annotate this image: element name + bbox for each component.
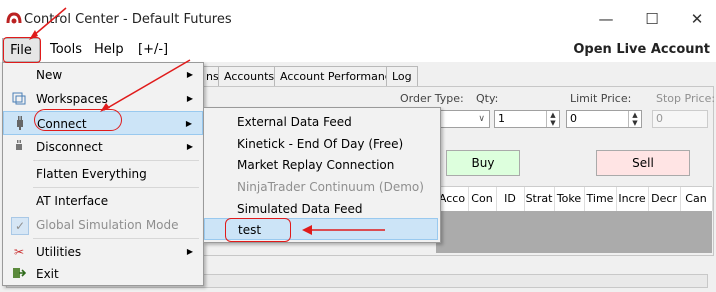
stop-price-label: Stop Price:: [656, 92, 716, 105]
menu-tools[interactable]: Tools: [50, 38, 82, 62]
menu-item-flatten-everything[interactable]: Flatten Everything: [3, 162, 203, 186]
minimize-button[interactable]: —: [591, 8, 621, 30]
orders-grid-header: Acco Con ID Strat Toke Time Incre Decr C…: [436, 186, 713, 212]
column-header[interactable]: Con: [468, 187, 497, 211]
column-header[interactable]: Decr: [648, 187, 681, 211]
window-icon: [11, 91, 27, 107]
column-header[interactable]: Can: [680, 187, 713, 211]
plug-icon: [12, 116, 28, 132]
limit-price-label: Limit Price:: [570, 92, 632, 105]
limit-price-stepper[interactable]: 0 ▲ ▼: [566, 110, 642, 128]
close-button[interactable]: ✕: [682, 8, 712, 30]
stepper-arrows-icon[interactable]: ▲ ▼: [546, 111, 559, 127]
qty-value: 1: [498, 112, 505, 125]
menu-separator: [33, 160, 199, 161]
menu-item-at-interface[interactable]: AT Interface: [3, 189, 203, 213]
submenu-item-ninjatrader-continuum: NinjaTrader Continuum (Demo): [237, 180, 424, 194]
file-menu: New ▶ Workspaces ▶ Connect ▶ Disconnect …: [2, 62, 204, 286]
menu-separator: [33, 238, 199, 239]
annotation-box-connect: [34, 109, 122, 131]
tab-log[interactable]: Log: [386, 66, 418, 86]
buy-button[interactable]: Buy: [446, 150, 520, 176]
unplug-icon: [11, 139, 27, 155]
annotation-box-test: [225, 218, 291, 242]
stop-price-stepper: 0: [652, 110, 708, 128]
maximize-button[interactable]: ☐: [637, 8, 667, 30]
submenu-item-market-replay[interactable]: Market Replay Connection: [204, 153, 440, 177]
app-logo-icon: [6, 12, 22, 24]
column-header[interactable]: Strat: [524, 187, 555, 211]
menu-separator: [33, 187, 199, 188]
menu-item-workspaces[interactable]: Workspaces ▶: [3, 87, 203, 111]
tab-accounts[interactable]: Accounts: [218, 66, 281, 86]
column-header[interactable]: Toke: [554, 187, 585, 211]
menu-help[interactable]: Help: [94, 38, 124, 62]
submenu-arrow-icon: ▶: [185, 119, 192, 128]
order-type-select[interactable]: ∨: [438, 110, 490, 128]
submenu-arrow-icon: ▶: [186, 142, 193, 151]
exit-icon: [11, 266, 27, 282]
stepper-arrows-icon[interactable]: ▲ ▼: [628, 111, 641, 127]
chevron-down-icon: ∨: [478, 114, 485, 124]
qty-stepper[interactable]: 1 ▲ ▼: [494, 110, 560, 128]
column-header[interactable]: Incre: [616, 187, 649, 211]
open-live-account-link[interactable]: Open Live Account: [573, 38, 710, 62]
stop-price-value: 0: [656, 112, 663, 125]
limit-price-value: 0: [570, 112, 577, 125]
menu-bar: File Tools Help [+/-] Open Live Account: [0, 38, 716, 62]
column-header[interactable]: ID: [496, 187, 525, 211]
submenu-item-external-data-feed[interactable]: External Data Feed: [204, 110, 440, 134]
menu-item-utilities[interactable]: ✂ Utilities ▶: [3, 240, 203, 264]
sell-button[interactable]: Sell: [596, 150, 690, 176]
menu-layout-toggle[interactable]: [+/-]: [138, 38, 168, 62]
menu-item-global-simulation-mode: ✓ Global Simulation Mode: [3, 213, 203, 237]
order-type-label: Order Type:: [400, 92, 464, 105]
annotation-box-file: [3, 37, 41, 63]
tab-account-performance[interactable]: Account Performance: [274, 66, 404, 86]
submenu-arrow-icon: ▶: [186, 94, 193, 103]
menu-item-new[interactable]: New ▶: [3, 63, 203, 87]
window-title: Control Center - Default Futures: [24, 12, 232, 27]
checkmark-icon: ✓: [11, 217, 29, 235]
menu-item-disconnect[interactable]: Disconnect ▶: [3, 135, 203, 159]
submenu-arrow-icon: ▶: [186, 70, 193, 79]
tools-icon: ✂: [13, 245, 25, 259]
submenu-arrow-icon: ▶: [186, 247, 193, 256]
title-bar: Control Center - Default Futures — ☐ ✕: [0, 0, 716, 38]
column-header[interactable]: Time: [584, 187, 617, 211]
menu-item-exit[interactable]: Exit: [3, 262, 203, 286]
orders-grid-body: [436, 211, 712, 253]
qty-label: Qty:: [476, 92, 499, 105]
